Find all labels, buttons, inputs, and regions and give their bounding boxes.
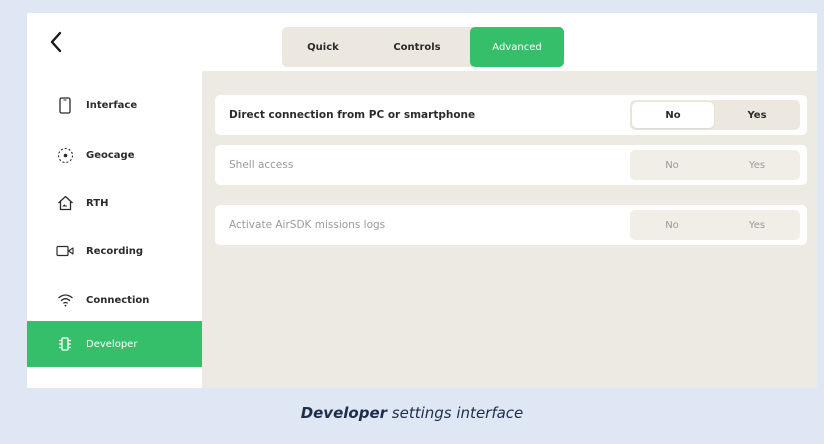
toggle-no-button[interactable]: No [630, 150, 714, 180]
toggle-yes-button[interactable]: Yes [714, 100, 800, 130]
setting-title: Direct connection from PC or smartphone [229, 109, 476, 121]
toggle-yes-button[interactable]: Yes [714, 150, 800, 180]
setting-airsdk-logs: Activate AirSDK missions logs No Yes [215, 205, 807, 245]
sidebar-item-recording[interactable]: Recording [27, 228, 202, 274]
tab-quick[interactable]: Quick [282, 27, 364, 67]
caption-bold: Developer [300, 404, 388, 422]
yes-no-toggle: No Yes [630, 100, 800, 130]
sidebar-item-developer[interactable]: Developer [27, 321, 202, 367]
yes-no-toggle: No Yes [630, 210, 800, 240]
caption-rest: settings interface [387, 404, 524, 422]
sidebar-item-label: Recording [86, 245, 144, 257]
tab-bar: Quick Controls Advanced [282, 27, 564, 67]
sidebar-item-label: RTH [86, 197, 109, 209]
toggle-yes-button[interactable]: Yes [714, 210, 800, 240]
setting-shell-access: Shell access No Yes [215, 145, 807, 185]
chip-icon [56, 335, 74, 353]
sidebar-item-label: Connection [86, 294, 150, 306]
setting-direct-connection: Direct connection from PC or smartphone … [215, 95, 807, 135]
sidebar-item-label: Geocage [86, 149, 135, 161]
sidebar: Interface Geocage RTH Recording Connecti… [27, 71, 202, 388]
wifi-icon [56, 291, 74, 309]
phone-icon [56, 96, 74, 114]
sidebar-item-interface[interactable]: Interface [27, 82, 202, 128]
sidebar-item-label: Interface [86, 99, 138, 111]
home-icon [56, 194, 74, 212]
setting-title: Activate AirSDK missions logs [229, 219, 386, 231]
setting-title: Shell access [229, 159, 294, 171]
video-camera-icon [56, 242, 74, 260]
chevron-left-icon [50, 31, 62, 53]
tab-controls[interactable]: Controls [364, 27, 470, 67]
back-button[interactable] [41, 25, 71, 59]
header-bar: Quick Controls Advanced [27, 13, 817, 71]
yes-no-toggle: No Yes [630, 150, 800, 180]
tab-advanced[interactable]: Advanced [470, 27, 564, 67]
sidebar-item-label: Developer [86, 338, 138, 350]
geocage-icon [56, 146, 74, 164]
toggle-no-button[interactable]: No [632, 102, 714, 128]
sidebar-item-rth[interactable]: RTH [27, 180, 202, 226]
figure-caption: Developer settings interface [0, 404, 824, 422]
settings-window: Quick Controls Advanced Interface Geocag… [27, 13, 817, 388]
toggle-no-button[interactable]: No [630, 210, 714, 240]
settings-panel: Direct connection from PC or smartphone … [202, 71, 817, 388]
sidebar-item-geocage[interactable]: Geocage [27, 132, 202, 178]
sidebar-item-connection[interactable]: Connection [27, 277, 202, 323]
